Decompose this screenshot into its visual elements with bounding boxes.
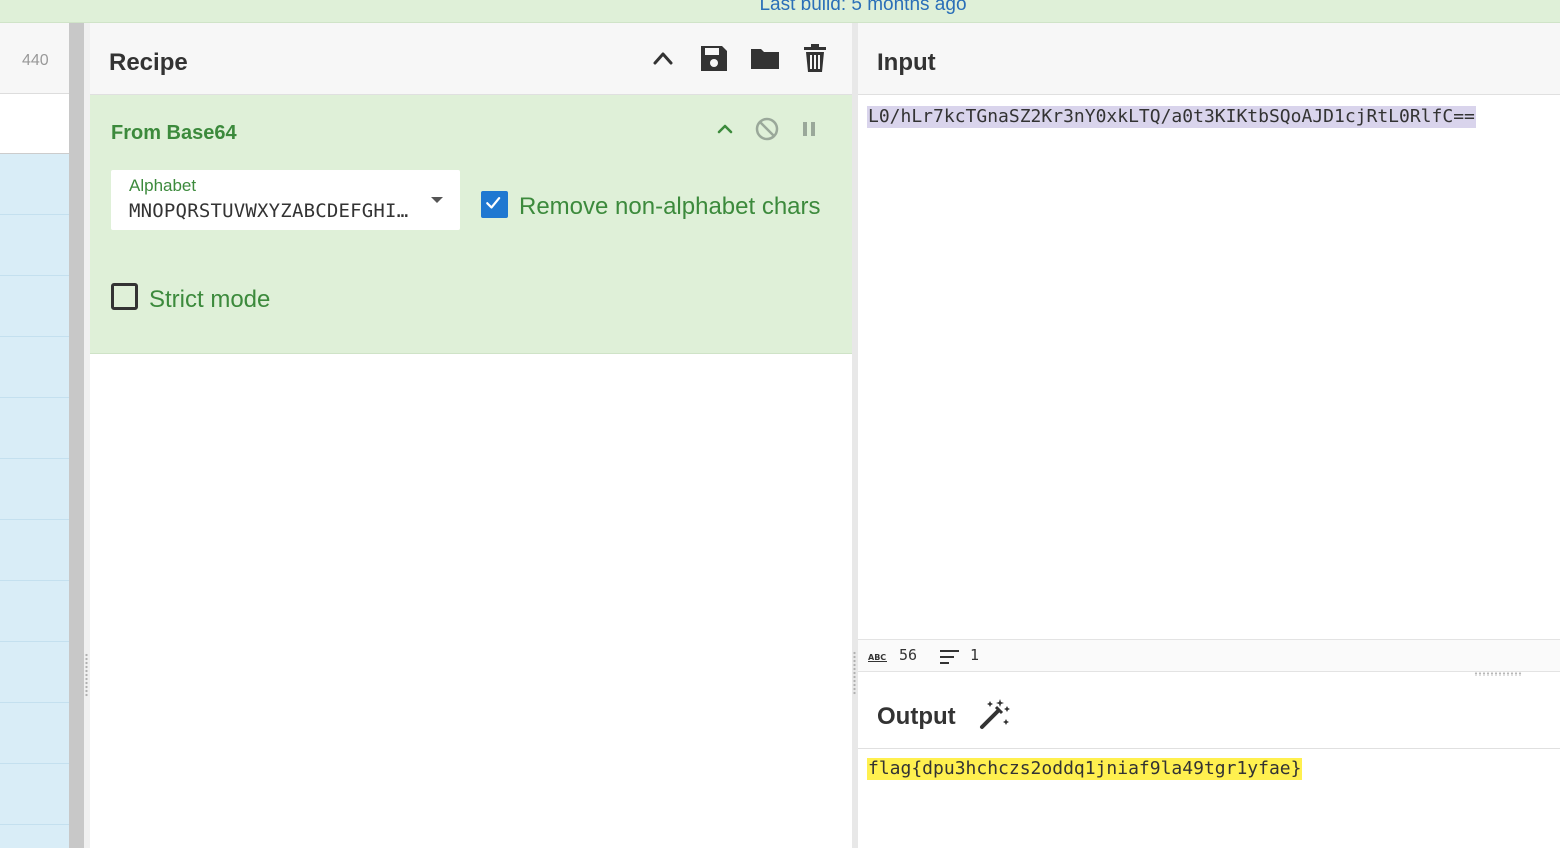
operation-item[interactable] <box>0 825 69 848</box>
recipe-operation-from-base64: From Base64 Alphabet MNOPQRSTUVWXYZABCDE… <box>90 95 852 354</box>
output-pane: Output flag{dpu3hchczs2oddq1jniaf9la49tg… <box>858 676 1560 848</box>
strict-mode-label[interactable]: Strict mode <box>149 286 270 314</box>
operation-item[interactable] <box>0 154 69 215</box>
recipe-title: Recipe <box>109 49 188 76</box>
svg-text:ABC: ABC <box>868 653 886 662</box>
strict-mode-checkbox[interactable] <box>111 283 138 310</box>
operations-search[interactable] <box>0 95 69 154</box>
operation-item[interactable] <box>0 276 69 337</box>
output-title: Output <box>877 703 956 730</box>
collapse-operation-icon[interactable] <box>712 116 738 142</box>
input-header: Input <box>858 23 1560 95</box>
operation-item[interactable] <box>0 337 69 398</box>
chevron-down-icon[interactable] <box>431 197 443 203</box>
operations-scrollbar[interactable] <box>69 23 84 848</box>
remove-nonalpha-label[interactable]: Remove non-alphabet chars <box>519 193 821 221</box>
input-pane: Input L0/hLr7kcTGnaSZ2Kr3nY0xkLTQ/a0t3KI… <box>858 23 1560 639</box>
resizer-grip[interactable] <box>853 651 856 695</box>
operations-panel: 440 <box>0 23 69 848</box>
remove-nonalpha-checkbox[interactable] <box>481 191 508 218</box>
operation-item[interactable] <box>0 703 69 764</box>
operation-item[interactable] <box>0 520 69 581</box>
recipe-header: Recipe <box>90 23 852 95</box>
operation-item[interactable] <box>0 581 69 642</box>
abc-length-icon: ABC <box>868 653 887 662</box>
lines-icon <box>940 650 959 664</box>
operations-count: 440 <box>0 23 69 94</box>
chevron-up-icon[interactable] <box>648 43 678 73</box>
operation-title: From Base64 <box>111 122 237 144</box>
alphabet-label: Alphabet <box>129 176 197 195</box>
alphabet-select[interactable]: Alphabet MNOPQRSTUVWXYZABCDEFGHIJKLmnopq… <box>111 170 460 230</box>
operation-item[interactable] <box>0 642 69 703</box>
operation-item[interactable] <box>0 215 69 276</box>
pause-operation-icon[interactable] <box>796 116 822 142</box>
input-status-bar: ABC 56 1 <box>858 639 1560 672</box>
input-textarea[interactable]: L0/hLr7kcTGnaSZ2Kr3nY0xkLTQ/a0t3KIKtbSQo… <box>867 106 1476 128</box>
input-title: Input <box>877 49 936 76</box>
trash-icon[interactable] <box>801 43 831 73</box>
operation-item[interactable] <box>0 398 69 459</box>
output-text[interactable]: flag{dpu3hchczs2oddq1jniaf9la49tgr1yfae} <box>867 758 1303 780</box>
save-icon[interactable] <box>699 43 729 73</box>
disable-operation-icon[interactable] <box>754 116 780 142</box>
alphabet-value[interactable]: MNOPQRSTUVWXYZABCDEFGHIJKLmnopqrstuvwxyz… <box>129 200 419 222</box>
operations-list <box>0 154 69 848</box>
checkmark-icon <box>486 197 501 209</box>
operation-item[interactable] <box>0 764 69 825</box>
magic-wand-icon[interactable] <box>978 697 1012 731</box>
output-header: Output <box>858 676 1560 749</box>
input-line-count: 1 <box>970 646 980 664</box>
build-banner: Last build: 5 months ago <box>0 0 1560 23</box>
recipe-pane: Recipe From Base64 Alphabet MNOPQRSTUVWX… <box>90 23 852 848</box>
build-banner-text: Last build: 5 months ago <box>759 0 967 15</box>
input-char-count: 56 <box>899 646 918 664</box>
operation-item[interactable] <box>0 459 69 520</box>
folder-icon[interactable] <box>750 43 780 73</box>
resizer-grip[interactable] <box>85 653 88 697</box>
